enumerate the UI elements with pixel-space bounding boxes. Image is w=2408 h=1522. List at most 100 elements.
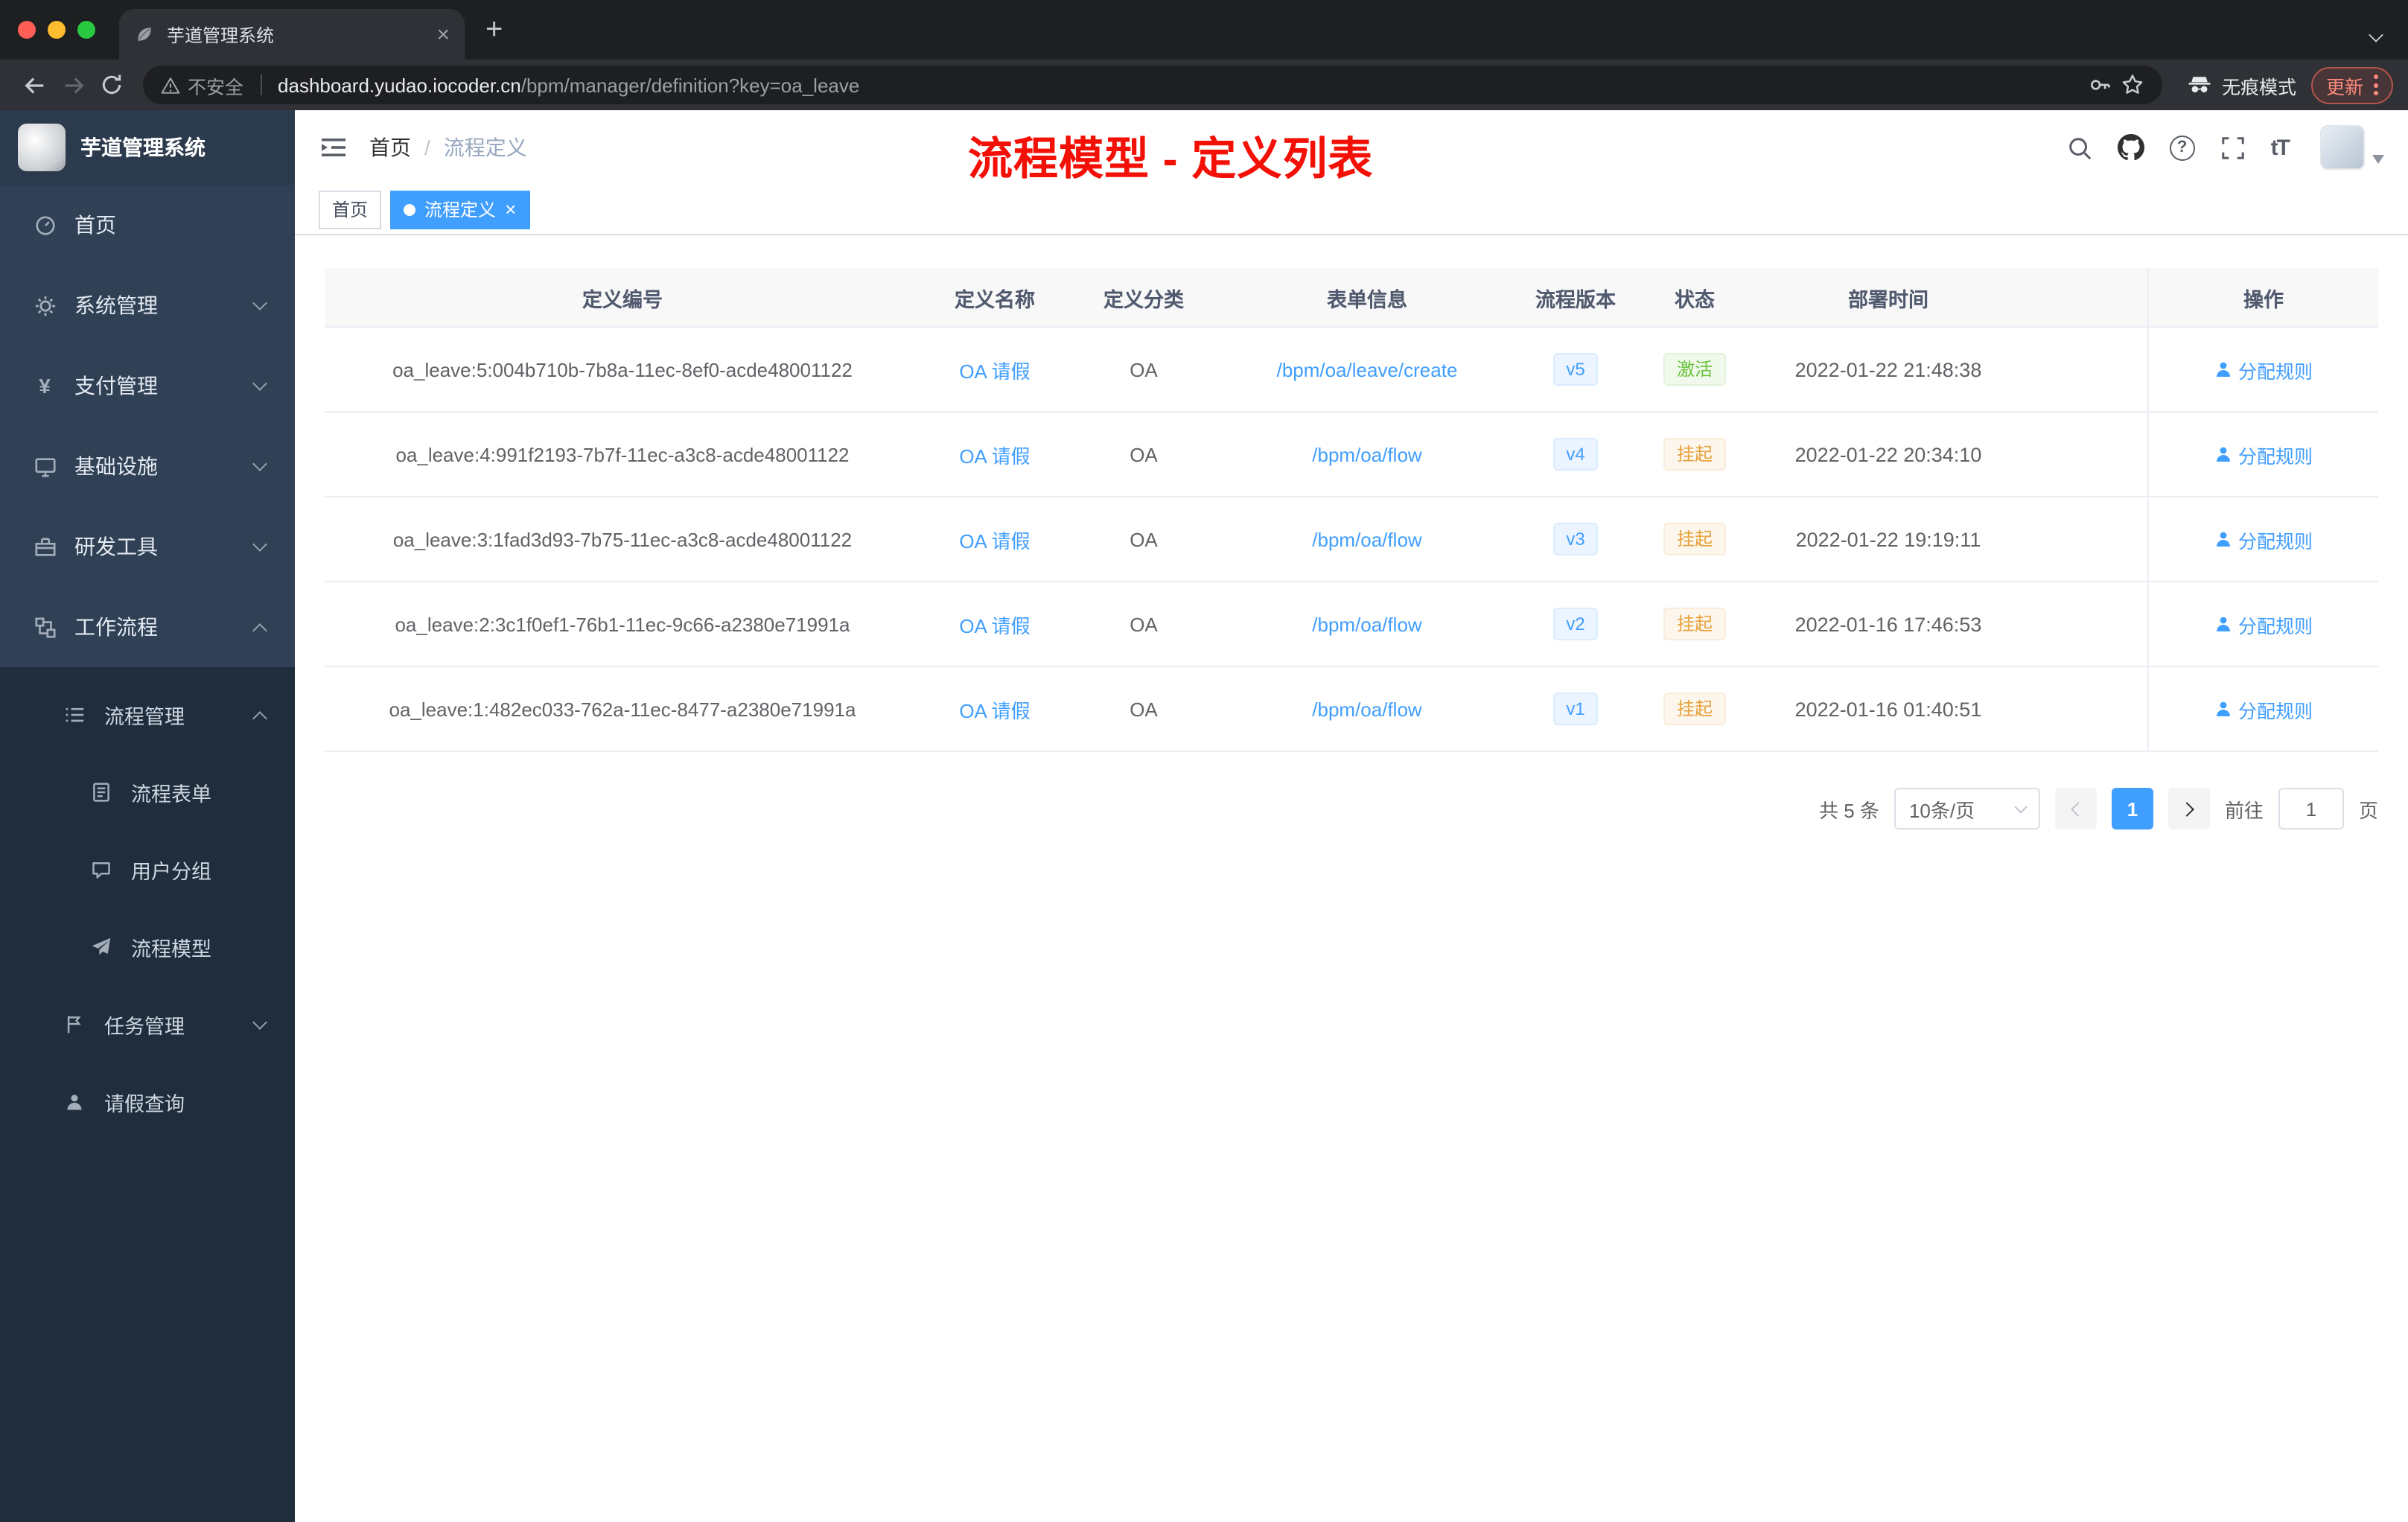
kebab-menu-icon: [2374, 74, 2378, 95]
sidebar-item-system[interactable]: 系统管理: [0, 265, 295, 346]
version-tag: v2: [1552, 608, 1599, 640]
sidebar-item-task-management[interactable]: 任务管理: [0, 986, 295, 1063]
prev-page-button[interactable]: [2054, 788, 2097, 830]
next-page-button[interactable]: [2167, 788, 2210, 830]
sidebar-item-infrastructure[interactable]: 基础设施: [0, 426, 295, 506]
current-page-button[interactable]: 1: [2111, 788, 2153, 830]
form-link[interactable]: /bpm/oa/flow: [1312, 528, 1421, 550]
bookmark-star-icon[interactable]: [2121, 73, 2144, 97]
form-link[interactable]: /bpm/oa/flow: [1312, 613, 1421, 635]
sidebar-item-leave-query[interactable]: 请假查询: [0, 1063, 295, 1141]
sidebar-logo[interactable]: 芋道管理系统: [0, 110, 295, 185]
goto-page-input[interactable]: [2278, 788, 2344, 830]
github-icon[interactable]: [2117, 134, 2144, 161]
sidebar-item-process-management[interactable]: 流程管理: [0, 676, 295, 754]
definition-name-link[interactable]: OA 请假: [959, 695, 1030, 723]
sidebar-item-process-form[interactable]: 流程表单: [0, 754, 295, 831]
browser-tab[interactable]: 芋道管理系统 ×: [119, 9, 465, 60]
table-row: oa_leave:1:482ec033-762a-11ec-8477-a2380…: [325, 667, 2378, 752]
tab-close-icon[interactable]: ×: [436, 23, 450, 45]
user-menu[interactable]: [2320, 125, 2384, 170]
version-tag: v3: [1552, 523, 1599, 555]
definition-name-link[interactable]: OA 请假: [959, 610, 1030, 638]
tag-process-definition[interactable]: 流程定义 ×: [390, 190, 530, 229]
tab-search-chevron-icon[interactable]: [2369, 21, 2383, 48]
address-bar[interactable]: 不安全 dashboard.yudao.iocoder.cn/bpm/manag…: [143, 66, 2162, 104]
sidebar-item-devtools[interactable]: 研发工具: [0, 506, 295, 587]
minimize-window-button[interactable]: [48, 21, 66, 39]
version-tag: v4: [1552, 438, 1599, 471]
form-link[interactable]: /bpm/oa/leave/create: [1277, 358, 1458, 380]
browser-toolbar: 不安全 dashboard.yudao.iocoder.cn/bpm/manag…: [0, 60, 2408, 110]
key-icon[interactable]: [2088, 73, 2112, 97]
assign-rule-link[interactable]: 分配规则: [2214, 525, 2313, 553]
sidebar: 芋道管理系统 首页 系统管理 ¥ 支付管理 基础设施 研发工具 工作流程 流程管…: [0, 110, 295, 1522]
search-icon[interactable]: [2067, 135, 2092, 160]
definition-category: OA: [1130, 698, 1158, 720]
chevron-right-icon: [2179, 801, 2194, 816]
user-icon: [2216, 701, 2230, 716]
tag-close-icon[interactable]: ×: [505, 200, 516, 219]
browser-update-menu-button[interactable]: 更新: [2310, 66, 2393, 104]
window-controls: [18, 21, 95, 39]
definition-id: oa_leave:3:1fad3d93-7b75-11ec-a3c8-acde4…: [392, 528, 853, 550]
sidebar-item-label: 研发工具: [74, 535, 158, 558]
yen-icon: ¥: [39, 374, 51, 398]
assign-rule-link[interactable]: 分配规则: [2214, 610, 2313, 638]
breadcrumb-home[interactable]: 首页: [369, 133, 411, 162]
zoom-window-button[interactable]: [77, 21, 95, 39]
paper-plane-icon: [89, 935, 113, 959]
logo-avatar: [18, 124, 66, 171]
sidebar-item-process-model[interactable]: 流程模型: [0, 908, 295, 986]
definition-name-link[interactable]: OA 请假: [959, 440, 1030, 468]
favicon-leaf-icon: [134, 24, 155, 45]
deploy-time: 2022-01-16 17:46:53: [1794, 613, 1982, 635]
fullscreen-icon[interactable]: [2220, 135, 2246, 160]
column-header: 定义分类: [1103, 288, 1184, 311]
back-button[interactable]: [15, 66, 54, 104]
forward-button[interactable]: [54, 66, 92, 104]
tag-home[interactable]: 首页: [319, 190, 382, 229]
chevron-down-icon: [252, 456, 267, 471]
status-tag: 挂起: [1663, 438, 1726, 471]
sidebar-fold-icon[interactable]: [319, 133, 348, 162]
close-window-button[interactable]: [18, 21, 36, 39]
security-warning[interactable]: 不安全: [161, 71, 243, 99]
definition-category: OA: [1130, 443, 1158, 465]
document-icon: [89, 780, 113, 804]
security-label: 不安全: [188, 77, 244, 98]
assign-rule-link[interactable]: 分配规则: [2214, 440, 2313, 468]
tag-label: 首页: [332, 200, 369, 220]
sidebar-item-workflow[interactable]: 工作流程: [0, 587, 295, 667]
column-header: 操作: [2147, 268, 2378, 326]
definition-name-link[interactable]: OA 请假: [959, 355, 1030, 383]
sidebar-item-home[interactable]: 首页: [0, 185, 295, 265]
new-tab-button[interactable]: +: [485, 15, 503, 45]
page-size-select[interactable]: 10条/页: [1893, 788, 2040, 830]
sidebar-item-user-group[interactable]: 用户分组: [0, 831, 295, 908]
chevron-down-icon: [252, 1014, 267, 1029]
chevron-up-icon: [252, 710, 267, 725]
sidebar-item-label: 流程表单: [131, 783, 211, 806]
column-header: 状态: [1675, 288, 1715, 311]
tag-label: 流程定义: [424, 200, 497, 220]
status-tag: 激活: [1663, 353, 1726, 386]
update-label: 更新: [2325, 77, 2363, 98]
sidebar-item-label: 基础设施: [74, 454, 158, 478]
assign-rule-link[interactable]: 分配规则: [2214, 355, 2313, 383]
reload-button[interactable]: [92, 66, 131, 104]
help-icon[interactable]: ?: [2169, 135, 2195, 160]
sidebar-item-payment[interactable]: ¥ 支付管理: [0, 346, 295, 426]
form-link[interactable]: /bpm/oa/flow: [1312, 698, 1421, 720]
user-icon: [2216, 362, 2230, 377]
sidebar-item-label: 流程管理: [104, 706, 185, 728]
column-header: 定义名称: [955, 288, 1035, 311]
content-area: 定义编号 定义名称 定义分类 表单信息 流程版本 状态 部署时间 操作 oa_l…: [295, 235, 2408, 1522]
user-icon: [2216, 617, 2230, 631]
assign-rule-link[interactable]: 分配规则: [2214, 695, 2313, 723]
definition-name-link[interactable]: OA 请假: [959, 525, 1030, 553]
form-link[interactable]: /bpm/oa/flow: [1312, 443, 1421, 465]
sidebar-item-label: 支付管理: [74, 374, 158, 398]
font-size-icon[interactable]: tT: [2271, 135, 2290, 160]
deploy-time: 2022-01-22 21:48:38: [1794, 358, 1982, 380]
